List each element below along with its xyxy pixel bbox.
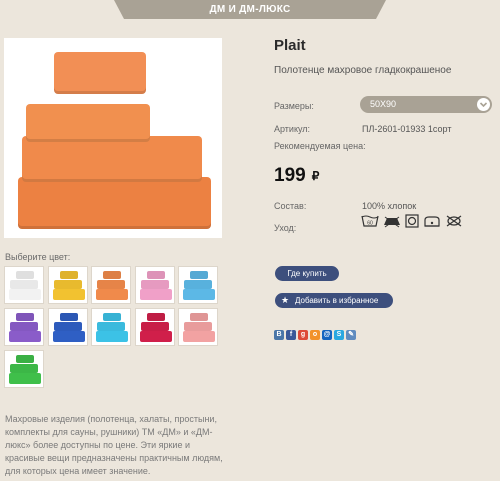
towel-face	[54, 52, 146, 94]
add-to-favorites-label: Добавить в избранное	[295, 296, 379, 305]
towel-stack-layer	[97, 322, 125, 331]
color-swatch[interactable]	[134, 308, 175, 346]
towel-stack-layer	[140, 280, 169, 289]
composition-value: 100% хлопок	[362, 201, 417, 211]
towel-stack-layer	[16, 271, 34, 279]
color-swatch[interactable]	[178, 266, 218, 304]
towel-stack-layer	[183, 331, 215, 342]
towel-stack-layer	[146, 313, 165, 321]
towel-stack-layer	[96, 331, 128, 342]
towel-stack-layer	[59, 271, 78, 279]
skype-icon[interactable]: S	[334, 330, 344, 340]
towel-stack-layer	[97, 280, 125, 289]
towel-stack-layer	[52, 289, 85, 300]
odnoklassniki-icon[interactable]: о	[310, 330, 320, 340]
product-title: Plait	[274, 37, 306, 54]
wash-60-icon: 60	[361, 214, 379, 228]
towel-stack-layer	[184, 280, 212, 289]
article-label: Артикул:	[274, 124, 311, 134]
towel-stack-layer	[10, 322, 38, 331]
towel-stack-layer	[16, 313, 34, 321]
social-share-bar: Вf g о @ S ✎	[274, 330, 356, 340]
towel-large	[18, 177, 211, 229]
article-value: ПЛ-2601-01933 1сорт	[362, 124, 452, 134]
towel-stack-layer	[103, 313, 121, 321]
google-plus-icon[interactable]: g	[298, 330, 308, 340]
livejournal-icon[interactable]: ✎	[346, 330, 356, 340]
choose-color-label: Выберите цвет:	[5, 252, 71, 262]
category-tab[interactable]: ДМ И ДМ-ЛЮКС	[114, 0, 386, 19]
composition-label: Состав:	[274, 201, 307, 211]
product-main-image[interactable]	[4, 38, 222, 238]
color-swatch[interactable]	[4, 350, 44, 388]
towel-stack-layer	[190, 271, 208, 279]
towel-stack-layer	[53, 280, 82, 289]
towel-stack-layer	[103, 271, 121, 279]
towel-stack-layer	[146, 271, 165, 279]
towel-stack-layer	[9, 289, 41, 300]
towel-stack-layer	[9, 373, 41, 384]
color-swatch[interactable]	[91, 308, 131, 346]
currency-symbol: ₽	[311, 169, 320, 183]
chevron-down-icon	[477, 98, 490, 111]
towel-stack-layer	[10, 364, 38, 373]
towel-stack-layer	[140, 322, 169, 331]
color-swatch[interactable]	[47, 308, 88, 346]
color-swatch[interactable]	[4, 266, 44, 304]
towel-stack-layer	[184, 322, 212, 331]
size-select[interactable]: 50X90	[360, 96, 492, 113]
product-subtitle: Полотенце махровое гладкокрашеное	[274, 65, 452, 76]
towel-stack-layer	[139, 331, 172, 342]
price-value: 199	[274, 165, 306, 186]
color-swatch[interactable]	[47, 266, 88, 304]
sizes-label: Размеры:	[274, 101, 314, 111]
price: 199 ₽	[274, 165, 319, 187]
towel-stack-layer	[183, 289, 215, 300]
color-swatch[interactable]	[178, 308, 218, 346]
towel-stack-layer	[10, 280, 38, 289]
line-dry-icon	[423, 214, 441, 228]
where-to-buy-button[interactable]: Где купить	[275, 266, 339, 281]
tumble-dry-icon	[405, 214, 419, 228]
mail-ru-icon[interactable]: @	[322, 330, 332, 340]
care-icons: 60	[361, 214, 463, 228]
iron-icon	[383, 214, 401, 228]
star-icon: ★	[281, 295, 290, 305]
size-select-value: 50X90	[370, 99, 397, 109]
no-bleach-icon	[445, 214, 463, 228]
towel-small	[26, 104, 150, 142]
towel-stack-layer	[96, 289, 128, 300]
care-label: Уход:	[274, 223, 297, 233]
towel-stack-layer	[139, 289, 172, 300]
svg-text:60: 60	[367, 221, 373, 227]
towel-stack-layer	[9, 331, 41, 342]
towel-stack-layer	[16, 355, 34, 363]
color-swatch[interactable]	[134, 266, 175, 304]
color-swatch[interactable]	[4, 308, 44, 346]
price-label: Рекомендуемая цена:	[274, 141, 366, 151]
towel-stack-layer	[52, 331, 85, 342]
add-to-favorites-button[interactable]: ★ Добавить в избранное	[275, 293, 393, 308]
product-description: Махровые изделия (полотенца, халаты, про…	[5, 414, 223, 476]
towel-stack-layer	[59, 313, 78, 321]
towel-stack-layer	[190, 313, 208, 321]
towel-medium	[22, 136, 202, 182]
towel-stack-layer	[53, 322, 82, 331]
vk-icon[interactable]: В	[274, 330, 284, 340]
color-swatch[interactable]	[91, 266, 131, 304]
facebook-icon[interactable]: f	[286, 330, 296, 340]
